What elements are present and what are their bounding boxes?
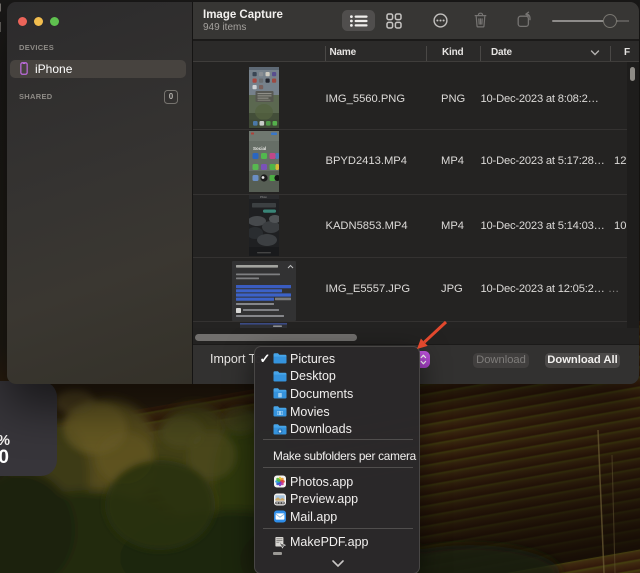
svg-text:Photo: Photo (260, 195, 267, 199)
svg-text:Social: Social (253, 146, 266, 151)
